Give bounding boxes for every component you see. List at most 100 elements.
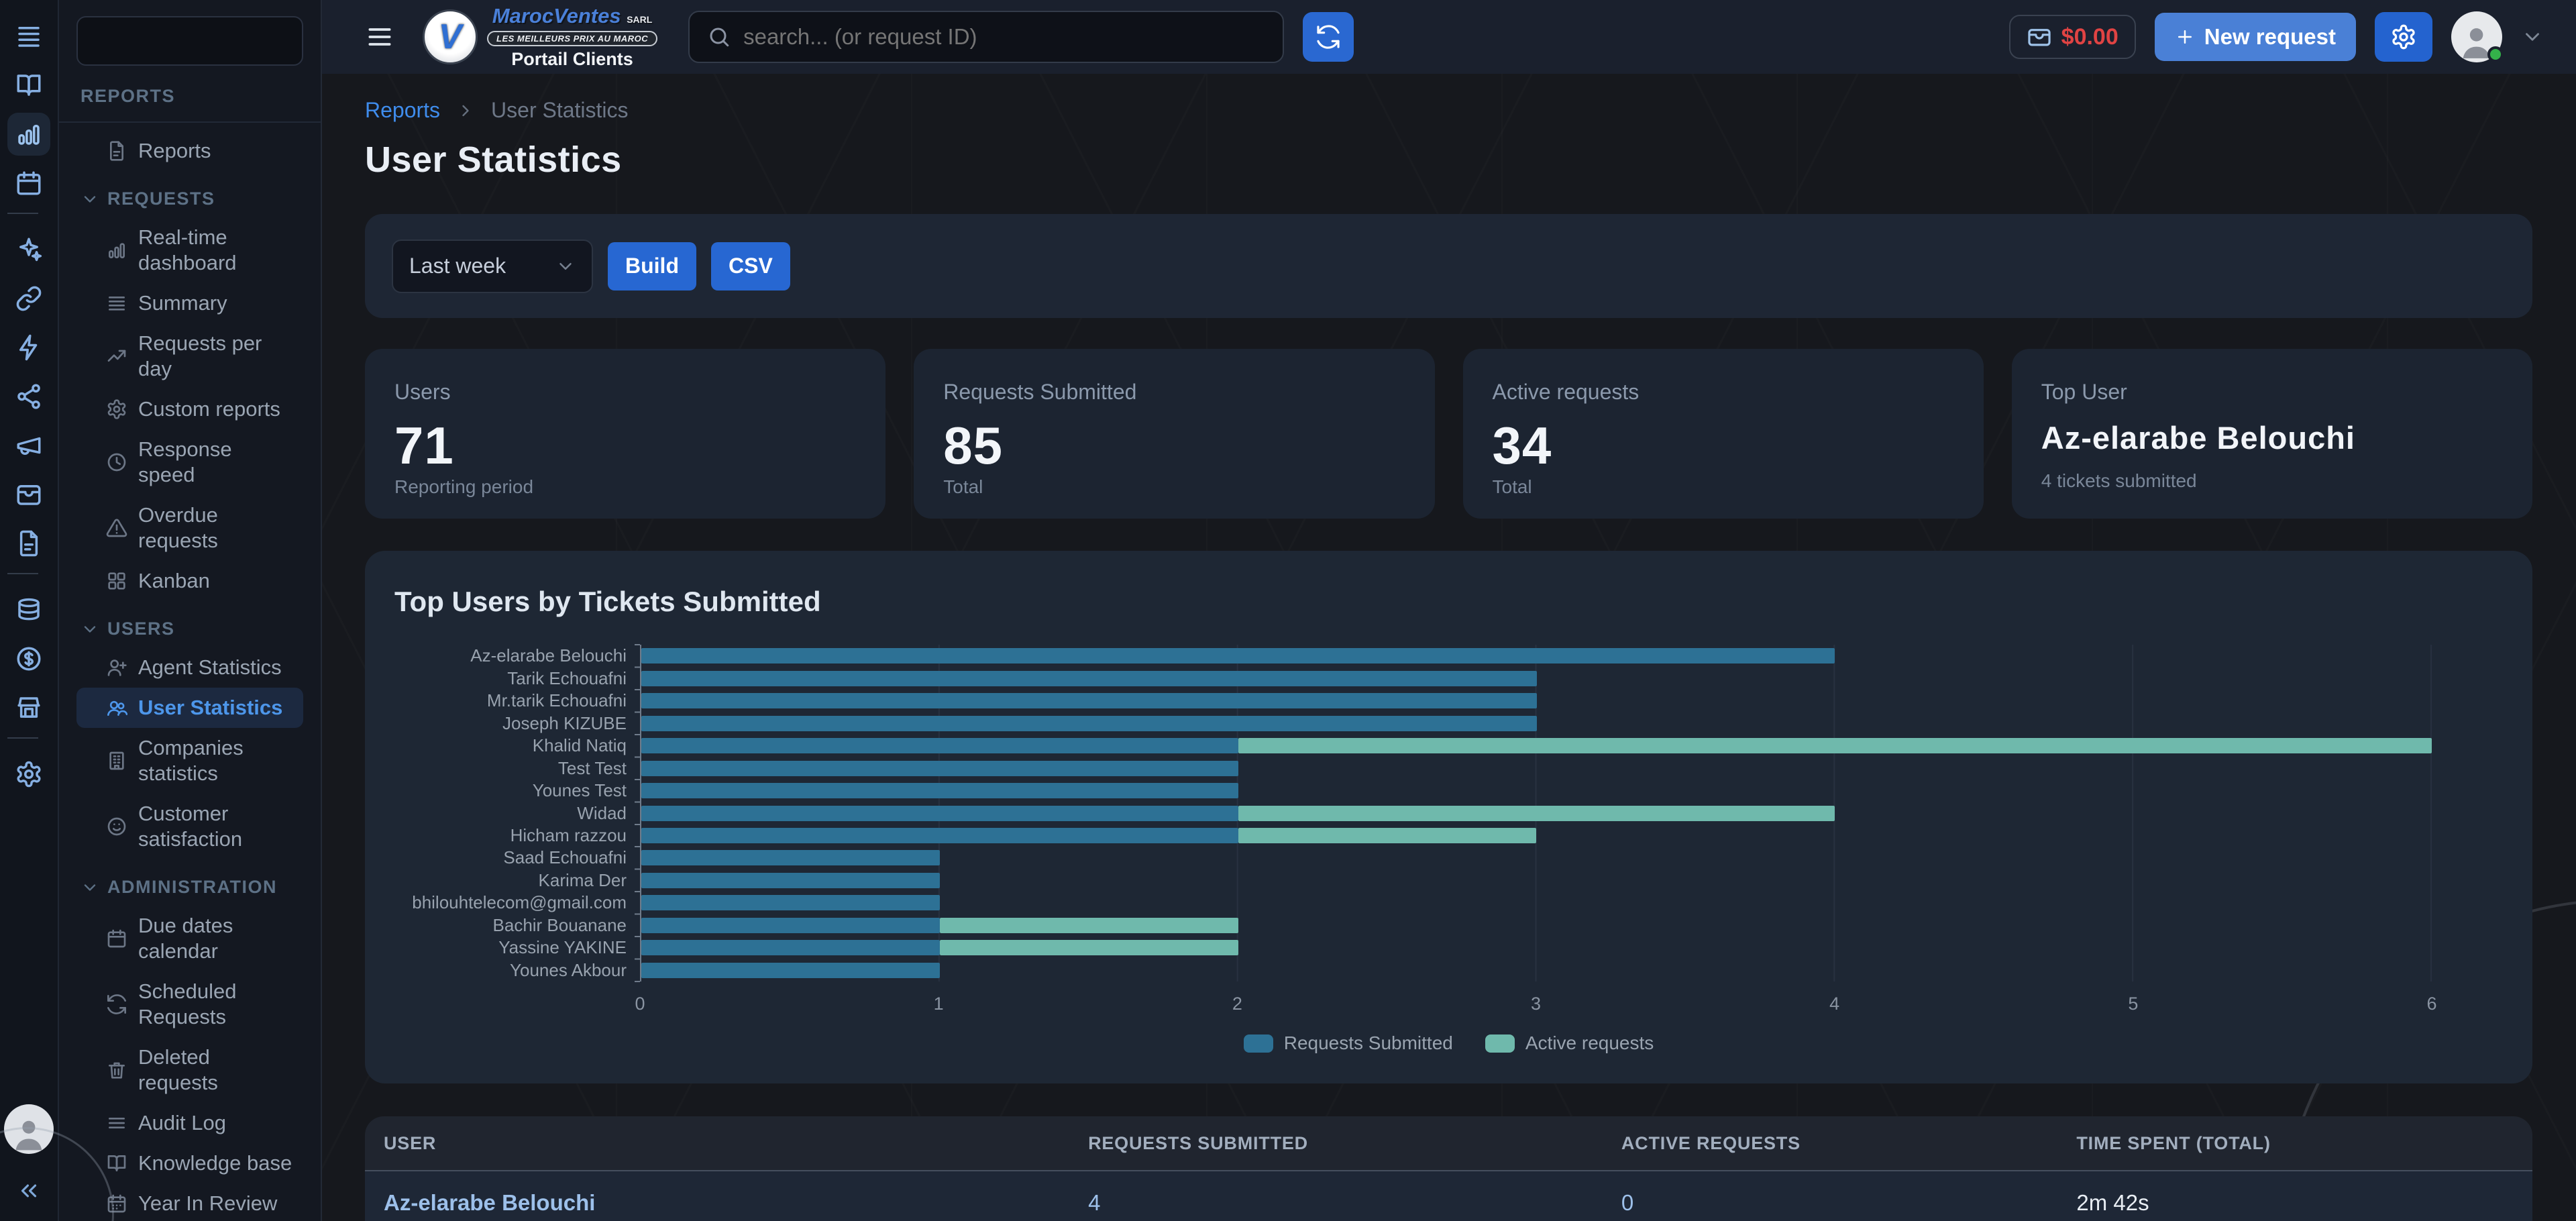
- table-header-requests-submitted: REQUESTS SUBMITTED: [1069, 1133, 1603, 1154]
- sidebar-item-real-time-dashboard[interactable]: Real-time dashboard: [76, 217, 303, 283]
- sidebar-section-requests[interactable]: REQUESTS: [76, 189, 303, 209]
- rail-file-text-button[interactable]: [7, 522, 50, 565]
- table-header-time-spent-total: TIME SPENT (TOTAL): [2057, 1133, 2532, 1154]
- chart-bar-row-saad-echouafni: [641, 847, 2432, 869]
- new-request-button[interactable]: New request: [2155, 13, 2356, 61]
- sidebar-item-due-dates-calendar[interactable]: Due dates calendar: [76, 906, 303, 971]
- gear-icon: [106, 399, 127, 420]
- sidebar-search-input[interactable]: [101, 30, 360, 52]
- sidebar-item-label: Scheduled Requests: [138, 979, 292, 1030]
- chart-x-tick: 4: [1829, 994, 1839, 1014]
- sidebar-item-label: Overdue requests: [138, 502, 292, 553]
- user-avatar[interactable]: [2451, 11, 2502, 62]
- bar-requests-submitted: [641, 761, 1238, 776]
- rail-menu-button[interactable]: [7, 15, 50, 58]
- icon-rail: [0, 0, 59, 1221]
- rail-megaphone-button[interactable]: [7, 424, 50, 467]
- global-search[interactable]: [688, 11, 1284, 63]
- global-search-input[interactable]: [743, 24, 1265, 50]
- bar-active-requests: [1238, 828, 1537, 843]
- menu-icon: [15, 22, 43, 50]
- chart-y-label: Saad Echouafni: [394, 847, 640, 869]
- sidebar-item-requests-per-day[interactable]: Requests per day: [76, 323, 303, 389]
- lines3-icon: [106, 1112, 127, 1134]
- rail-calendar-button[interactable]: [7, 162, 50, 205]
- sidebar-search[interactable]: [76, 16, 303, 66]
- sidebar-item-reports[interactable]: Reports: [76, 131, 303, 171]
- chevron-down-icon: [80, 190, 99, 209]
- chart-bars: [641, 645, 2432, 981]
- sidebar-section-users[interactable]: USERS: [76, 619, 303, 639]
- sidebar-item-label: Due dates calendar: [138, 913, 292, 964]
- period-select[interactable]: Last week: [392, 240, 593, 293]
- smile-icon: [106, 816, 127, 837]
- sidebar-section-administration[interactable]: ADMINISTRATION: [76, 877, 303, 898]
- table-cell-requests-submitted[interactable]: 4: [1069, 1190, 1603, 1216]
- book-open-icon: [15, 71, 43, 99]
- rail-store-button[interactable]: [7, 686, 50, 729]
- table-cell-active-requests[interactable]: 0: [1603, 1190, 2058, 1216]
- stat-card-label: Requests Submitted: [943, 380, 1405, 405]
- rail-database-button[interactable]: [7, 588, 50, 631]
- settings-button[interactable]: [2375, 12, 2432, 62]
- legend-swatch: [1244, 1034, 1273, 1053]
- chart-y-label: Widad: [394, 802, 640, 824]
- rail-gear-button[interactable]: [7, 753, 50, 796]
- rail-bar-chart-button[interactable]: [7, 113, 50, 156]
- sidebar-item-user-statistics[interactable]: User Statistics: [76, 688, 303, 728]
- sidebar-item-label: Kanban: [138, 568, 210, 594]
- sidebar-item-kanban[interactable]: Kanban: [76, 561, 303, 601]
- logo-tagline: LES MEILLEURS PRIX AU MAROC: [487, 31, 657, 46]
- sidebar-item-customer-satisfaction[interactable]: Customer satisfaction: [76, 794, 303, 859]
- bar-requests-submitted: [641, 873, 940, 888]
- stat-card-label: Top User: [2041, 380, 2503, 405]
- table-row[interactable]: Az-elarabe Belouchi402m 42s: [365, 1170, 2532, 1221]
- rail-book-open-button[interactable]: [7, 64, 50, 107]
- refresh-icon: [106, 994, 127, 1015]
- csv-button[interactable]: CSV: [711, 242, 790, 290]
- wallet-icon: [2027, 24, 2052, 50]
- balance-button[interactable]: $0.00: [2009, 15, 2136, 59]
- sidebar-item-agent-statistics[interactable]: Agent Statistics: [76, 647, 303, 688]
- chart-x-tick: 6: [2426, 994, 2436, 1014]
- sidebar-item-companies-statistics[interactable]: Companies statistics: [76, 728, 303, 794]
- stat-card-value: 71: [394, 415, 856, 476]
- sidebar-item-summary[interactable]: Summary: [76, 283, 303, 323]
- sidebar-item-custom-reports[interactable]: Custom reports: [76, 389, 303, 429]
- bar-active-requests: [1238, 738, 2432, 753]
- sidebar-item-response-speed[interactable]: Response speed: [76, 429, 303, 495]
- sidebar-item-knowledge-base[interactable]: Knowledge base: [76, 1143, 303, 1183]
- sidebar-item-audit-log[interactable]: Audit Log: [76, 1103, 303, 1143]
- rail-inbox-button[interactable]: [7, 473, 50, 516]
- kanban-icon: [106, 570, 127, 592]
- legend-item-active-requests[interactable]: Active requests: [1485, 1032, 1654, 1054]
- rail-zap-button[interactable]: [7, 326, 50, 369]
- bar-requests-submitted: [641, 963, 940, 978]
- rail-link-button[interactable]: [7, 277, 50, 320]
- chart-y-label: Az-elarabe Belouchi: [394, 645, 640, 667]
- table-cell-user[interactable]: Az-elarabe Belouchi: [365, 1190, 1069, 1216]
- file-text-icon: [15, 529, 43, 558]
- sidebar: REPORTSReportsREQUESTSReal-time dashboar…: [59, 0, 322, 1221]
- brand-logo[interactable]: V MarocVentes SARL LES MEILLEURS PRIX AU…: [423, 4, 657, 70]
- period-select-value: Last week: [409, 254, 506, 278]
- rail-dollar-button[interactable]: [7, 637, 50, 680]
- refresh-button[interactable]: [1303, 12, 1354, 62]
- sidebar-item-label: Agent Statistics: [138, 655, 282, 680]
- trend-up-icon: [106, 346, 127, 367]
- legend-item-requests-submitted[interactable]: Requests Submitted: [1244, 1032, 1453, 1054]
- bar-requests-submitted: [641, 738, 1238, 753]
- breadcrumb-reports-link[interactable]: Reports: [365, 98, 440, 123]
- rail-sparkles-button[interactable]: [7, 228, 50, 271]
- rail-share-button[interactable]: [7, 375, 50, 418]
- sidebar-item-scheduled-requests[interactable]: Scheduled Requests: [76, 971, 303, 1037]
- rail-divider: [7, 213, 38, 214]
- breadcrumb-current: User Statistics: [491, 98, 628, 123]
- hamburger-menu-button[interactable]: [365, 22, 394, 52]
- sidebar-item-deleted-requests[interactable]: Deleted requests: [76, 1037, 303, 1103]
- build-button[interactable]: Build: [608, 242, 696, 290]
- stat-card-users: Users71Reporting period: [365, 349, 885, 519]
- sidebar-item-overdue-requests[interactable]: Overdue requests: [76, 495, 303, 561]
- user-menu-chevron[interactable]: [2521, 25, 2544, 48]
- users-icon: [106, 697, 127, 719]
